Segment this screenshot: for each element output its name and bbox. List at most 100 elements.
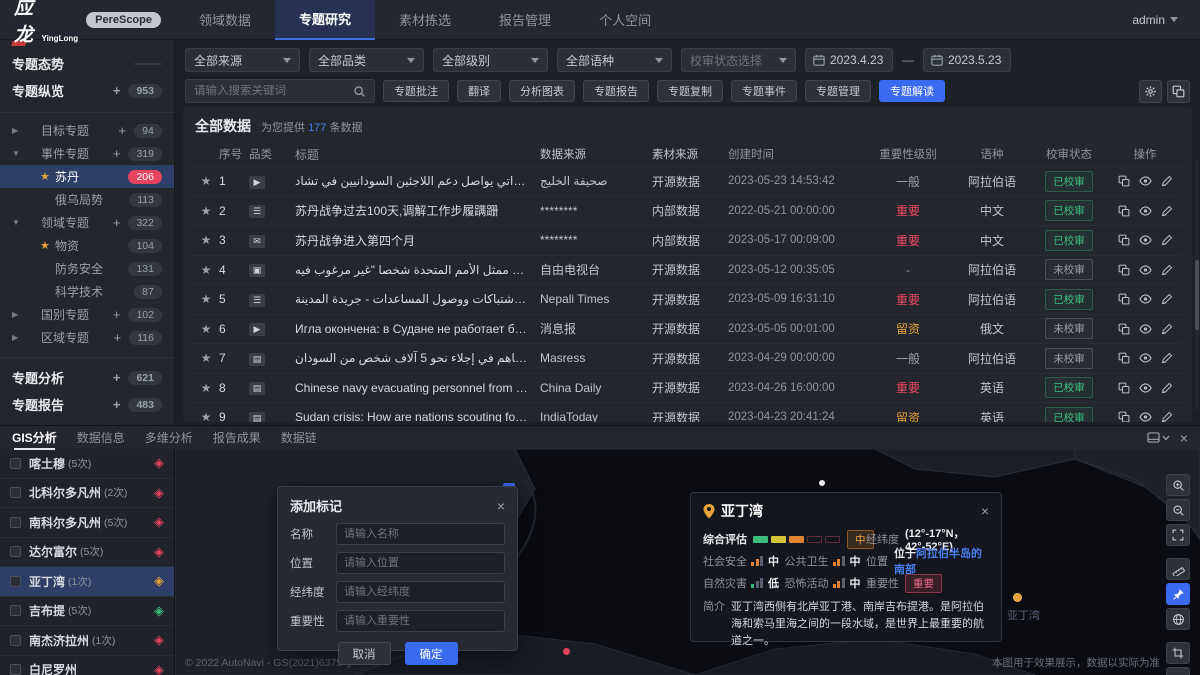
copy-icon[interactable] [1118,293,1130,305]
sidebar-tree-item[interactable]: ▼ 事件专题 + 319 [0,142,174,165]
sidebar-tree-item[interactable]: 科学技术 87 [0,280,174,303]
toolbar-button[interactable]: 专题复制 [657,80,723,102]
toolbar-button[interactable]: 专题报告 [583,80,649,102]
search-icon[interactable] [353,85,366,98]
view-icon[interactable] [1139,175,1152,187]
add-icon[interactable]: + [113,83,121,98]
add-icon[interactable]: + [113,370,121,385]
edit-icon[interactable] [1161,205,1173,217]
favorite-star-icon[interactable]: ★ [201,233,212,247]
layout-button[interactable] [1167,80,1190,103]
location-checkbox[interactable] [10,487,21,498]
zoom-in-button[interactable] [1166,474,1190,496]
map-dot-yellow[interactable] [1013,593,1022,602]
toolbar-button[interactable]: 分析图表 [509,80,575,102]
sidebar-tree-item[interactable]: ★ 物资 104 [0,234,174,257]
copy-icon[interactable] [1118,323,1130,335]
view-icon[interactable] [1139,382,1152,394]
edit-icon[interactable] [1161,293,1173,305]
bottom-tab[interactable]: GIS分析 [12,426,57,450]
location-checkbox[interactable] [10,635,21,646]
toolbar-button[interactable]: 翻译 [457,80,501,102]
bottom-tab[interactable]: 数据信息 [77,426,125,450]
sidebar-section[interactable]: 专题分析 + 621 [0,364,174,391]
sidebar-section[interactable]: 专题报告 + 483 [0,391,174,418]
sidebar-tree-item[interactable]: ★ 苏丹 206 [0,165,174,188]
close-icon[interactable]: × [981,504,989,518]
date-to-picker[interactable]: 2023.5.23 [923,48,1011,72]
add-icon[interactable]: + [114,330,122,345]
filter-select[interactable]: 全部语种 [557,48,672,72]
tree-arrow-icon[interactable]: ▼ [12,149,26,158]
globe-button[interactable] [1166,608,1190,630]
cancel-button[interactable]: 取消 [338,642,391,665]
add-icon[interactable]: + [113,307,121,322]
view-icon[interactable] [1139,352,1152,364]
geo-location-row[interactable]: 喀土穆 (5次) ◈ [0,449,174,479]
sidebar-tree-item[interactable]: ▶ 国别专题 + 102 [0,303,174,326]
screenshot-button[interactable] [1166,642,1190,664]
geo-location-row[interactable]: 北科尔多凡州 (2次) ◈ [0,479,174,509]
view-icon[interactable] [1139,264,1152,276]
toolbar-button[interactable]: 专题管理 [805,80,871,102]
edit-icon[interactable] [1161,323,1173,335]
pin-tool-button[interactable] [1166,583,1190,605]
confirm-button[interactable]: 确定 [405,642,458,665]
sidebar-tree-item[interactable]: ▼ 领域专题 + 322 [0,211,174,234]
search-input[interactable] [194,85,353,97]
edit-icon[interactable] [1161,411,1173,422]
panel-toggle-button[interactable] [1147,432,1170,443]
favorite-star-icon[interactable]: ★ [201,381,212,395]
nav-tab[interactable]: 报告管理 [475,0,575,40]
favorite-star-icon[interactable]: ★ [201,322,212,336]
filter-select[interactable]: 全部来源 [185,48,300,72]
tree-arrow-icon[interactable]: ▶ [12,126,26,135]
edit-icon[interactable] [1161,352,1173,364]
copy-icon[interactable] [1118,352,1130,364]
table-row[interactable]: ★ 7 ▤ السعودية تُساهم في إجلاء نحو 5 آلا… [193,343,1182,373]
table-row[interactable]: ★ 3 ✉ 苏丹战争进入第四个月 ******** 内部数据 2023-05-1… [193,225,1182,255]
table-row[interactable]: ★ 2 ☰ 苏丹战争过去100天,调解工作步履蹒跚 ******** 内部数据 … [193,196,1182,226]
copy-icon[interactable] [1118,382,1130,394]
edit-icon[interactable] [1161,234,1173,246]
favorite-star-icon[interactable]: ★ [201,263,212,277]
add-icon[interactable]: + [118,123,126,138]
nav-tab[interactable]: 领域数据 [175,0,275,40]
favorite-star-icon[interactable]: ★ [201,174,212,188]
view-icon[interactable] [1139,205,1152,217]
measure-button[interactable] [1166,558,1190,580]
toolbar-button[interactable]: 专题解读 [879,80,945,102]
location-checkbox[interactable] [10,546,21,557]
geo-location-row[interactable]: 南杰济拉州 (1次) ◈ [0,626,174,656]
filter-select[interactable]: 全部品类 [309,48,424,72]
table-row[interactable]: ★ 9 ▤ Sudan crisis: How are nations scou… [193,402,1182,422]
location-checkbox[interactable] [10,458,21,469]
table-row[interactable]: ★ 8 ▤ Chinese navy evacuating personnel … [193,373,1182,403]
sidebar-tree-item[interactable]: ▶ 目标专题 + 94 [0,119,174,142]
favorite-star-icon[interactable]: ★ [201,292,212,306]
location-checkbox[interactable] [10,576,21,587]
table-row[interactable]: ★ 6 ▶ Игла окончена: в Судане не работае… [193,314,1182,344]
view-icon[interactable] [1139,293,1152,305]
table-row[interactable]: ★ 1 ▶ الفريق الإنساني الإماراتي يواصل دع… [193,166,1182,196]
view-icon[interactable] [1139,411,1152,422]
bottom-tab[interactable]: 数据链 [281,426,317,450]
add-icon[interactable]: + [113,397,121,412]
favorite-star-icon[interactable]: ★ [201,351,212,365]
sidebar-tree-item[interactable]: ▶ 区域专题 + 116 [0,326,174,349]
sidebar-section[interactable]: 专题态势 [0,50,174,77]
close-panel-button[interactable]: × [1180,430,1188,446]
user-menu[interactable]: admin [1132,13,1200,27]
dialog-input[interactable] [336,523,505,545]
edit-icon[interactable] [1161,382,1173,394]
copy-icon[interactable] [1118,411,1130,422]
location-checkbox[interactable] [10,517,21,528]
favorite-star-icon[interactable]: ★ [201,204,212,218]
tree-arrow-icon[interactable]: ▶ [12,333,26,342]
nav-tab[interactable]: 个人空间 [575,0,675,40]
sidebar-tree-item[interactable]: 俄乌局势 113 [0,188,174,211]
geo-location-row[interactable]: 南科尔多凡州 (5次) ◈ [0,508,174,538]
dialog-input[interactable] [336,552,505,574]
nav-tab[interactable]: 素材拣选 [375,0,475,40]
favorite-star-icon[interactable]: ★ [201,410,212,422]
